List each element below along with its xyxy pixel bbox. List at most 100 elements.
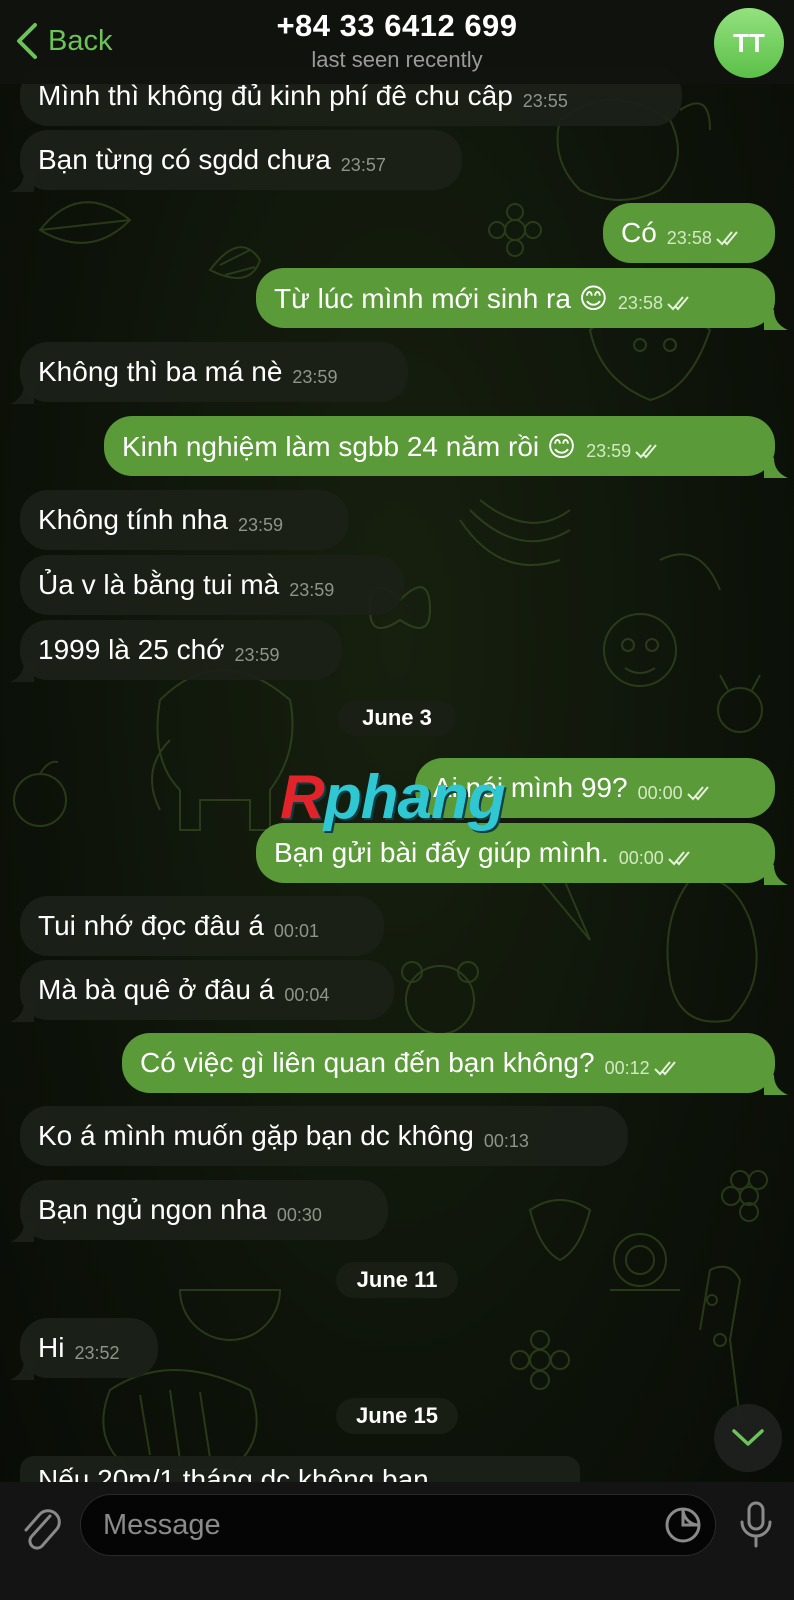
scroll-down-button[interactable] [714,1404,782,1472]
bubble-tail [10,1222,34,1242]
flower-doodle [488,203,542,257]
message-time: 23:52 [74,1342,120,1363]
zebra-doodle [102,1369,258,1471]
sticker-icon[interactable] [664,1506,702,1544]
watermelon-doodle [178,1289,282,1341]
bubble-tail [764,458,788,478]
message-time: 00:00 [637,782,683,803]
incoming-message[interactable]: Tui nhớ đọc đâu á 00:01 [20,896,384,956]
contact-name: +84 33 6412 699 [276,8,518,43]
bear-doodle [401,961,479,1035]
message-text: Không tính nha [38,504,228,535]
back-button[interactable]: Back [14,18,112,64]
message-time: 00:01 [273,920,319,941]
message-time: 00:04 [284,984,330,1005]
avatar[interactable]: TT [714,8,784,78]
message-text: Không thì ba má nè [38,356,283,387]
monkey-doodle [603,553,721,687]
bubble-tail [10,1002,34,1022]
message-time: 23:59 [289,579,335,600]
message-time: 00:30 [276,1204,322,1225]
incoming-message[interactable]: Bạn ngủ ngon nha 00:30 [20,1180,388,1240]
message-time: 23:59 [234,644,280,665]
message-time: 23:58 [617,292,663,313]
bananas-doodle [459,499,571,566]
message-text: Bạn từng có sgdd chưa [38,144,331,175]
message-text: Bạn gửi bài đấy giúp mình. [274,837,609,868]
message-time: 00:00 [618,847,664,868]
double-check-icon [686,786,709,801]
incoming-message[interactable]: Ủa v là bằng tui mà 23:59 [20,555,404,615]
bubble-tail [10,384,34,404]
message-text: Mà bà quê ở đâu á [38,974,275,1005]
chat-header: Back +84 33 6412 699 last seen recently … [0,0,794,84]
message-text: Tui nhớ đọc đâu á [38,910,264,941]
chevron-down-icon [732,1429,764,1446]
bubble-tail [764,865,788,885]
paperclip-icon[interactable] [20,1504,64,1554]
outgoing-message[interactable]: Kinh nghiệm làm sgbb 24 năm rồi 😊 23:59 [104,416,775,476]
microphone-icon[interactable] [736,1500,776,1550]
grapes-doodle [721,1170,768,1222]
message-text: Nếu 20m/1 tháng dc không bạn [38,1464,429,1482]
double-check-icon [668,851,690,866]
date-separator: June 3 [338,700,456,736]
date-separator: June 11 [336,1262,458,1298]
message-text: Hi [38,1332,65,1363]
watermark: Rphang [280,762,506,833]
incoming-message[interactable]: Mà bà quê ở đâu á 00:04 [20,960,394,1020]
incoming-message[interactable]: Không thì ba má nè 23:59 [20,342,408,402]
message-text: Từ lúc mình mới sinh ra 😊 [274,282,608,314]
message-composer [0,1482,794,1600]
contact-status: last seen recently [311,47,483,72]
strawberry-doodle [528,1199,592,1262]
bubble-tail [764,310,788,330]
penguin-doodle [666,877,758,1023]
message-text: 1999 là 25 chớ [38,634,225,665]
elephant-doodle [151,669,294,831]
message-text: Kinh nghiệm làm sgbb 24 năm rồi 😊 [122,430,577,462]
bubble-tail [10,1360,34,1380]
watermark-letter: R [280,763,325,832]
message-text: Ủa v là bằng tui mà [38,569,280,600]
message-input[interactable] [80,1494,716,1556]
incoming-message[interactable]: 1999 là 25 chớ 23:59 [20,620,342,680]
message-time: 23:59 [237,514,283,535]
incoming-message[interactable]: Nếu 20m/1 tháng dc không bạn [20,1456,580,1482]
outgoing-message[interactable]: Có việc gì liên quan đến bạn không? 00:1… [122,1033,775,1093]
message-text: Mình thì không đủ kinh phí đê chu câp [38,80,513,111]
message-time: 23:57 [340,154,386,175]
giraffe-doodle [699,1265,742,1421]
double-check-icon [667,296,689,311]
message-time: 00:12 [604,1057,650,1078]
outgoing-message[interactable]: Có 23:58 [603,203,775,263]
double-check-icon [635,444,657,459]
bubble-tail [10,172,34,192]
message-text: Có việc gì liên quan đến bạn không? [140,1047,595,1078]
message-text: Có [621,217,657,248]
chevron-left-icon [17,23,37,59]
bubble-tail [764,1075,788,1095]
double-check-icon [653,1061,676,1076]
message-time: 00:13 [483,1130,529,1151]
incoming-message[interactable]: Ko á mình muốn gặp bạn dc không 00:13 [20,1106,628,1166]
double-check-icon [716,231,738,246]
flower-doodle-2 [510,1330,570,1390]
incoming-message[interactable]: Hi 23:52 [20,1318,158,1378]
message-text: Bạn ngủ ngon nha [38,1194,267,1225]
back-label: Back [48,24,113,57]
message-time: 23:58 [666,227,712,248]
message-time: 23:59 [292,366,338,387]
message-text: Ko á mình muốn gặp bạn dc không [38,1120,474,1151]
message-time: 23:59 [586,440,632,461]
bubble-tail [10,662,34,682]
date-separator: June 15 [336,1398,458,1434]
incoming-message[interactable]: Bạn từng có sgdd chưa 23:57 [20,130,462,190]
incoming-message[interactable]: Không tính nha 23:59 [20,490,348,550]
bug-doodle [717,674,763,733]
snail-doodle [610,1233,680,1291]
apple-doodle [13,760,67,827]
outgoing-message[interactable]: Từ lúc mình mới sinh ra 😊 23:58 [256,268,775,328]
contact-info[interactable]: +84 33 6412 699 last seen recently [200,8,594,73]
message-time: 23:55 [522,90,568,111]
